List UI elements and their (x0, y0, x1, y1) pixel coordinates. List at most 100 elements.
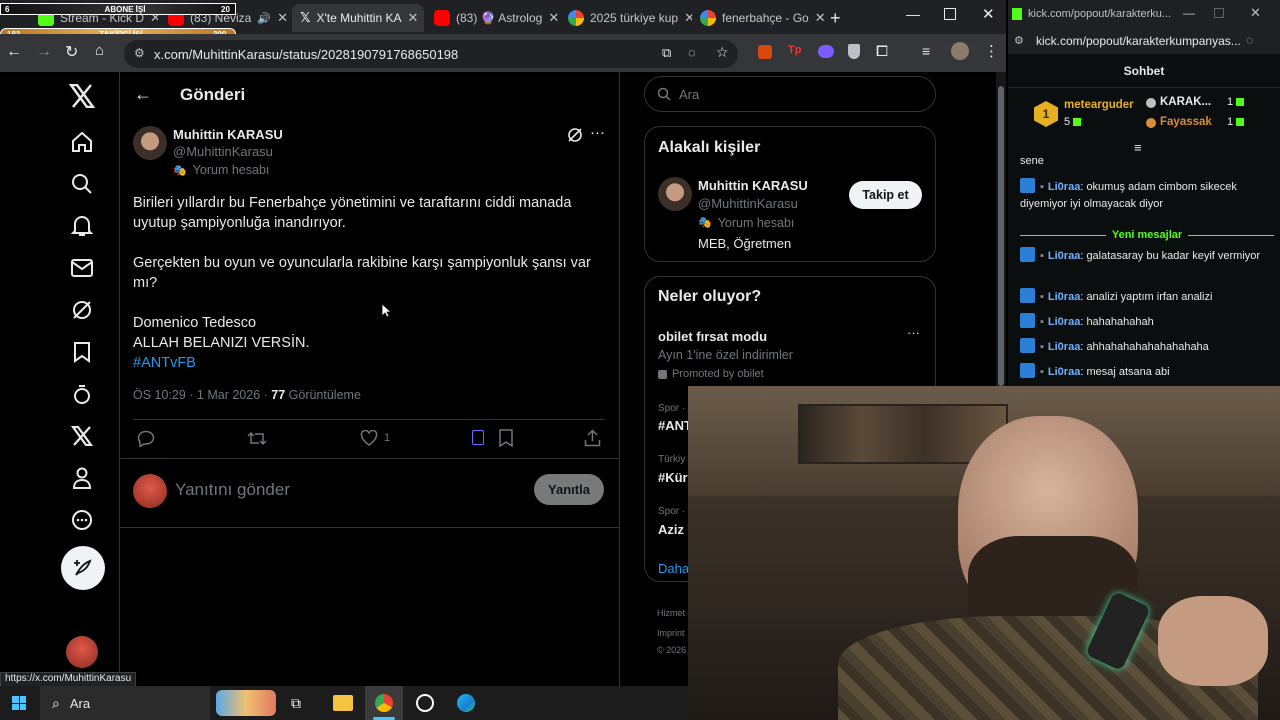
premium-x-icon[interactable] (66, 420, 98, 452)
taskbar-search[interactable]: ⌕ Ara (40, 686, 210, 720)
hashtag-link[interactable]: #ANTvFB (133, 353, 196, 373)
like-button[interactable]: 1 (360, 430, 390, 446)
leader-name[interactable]: Fayassak (1160, 116, 1212, 128)
message-username[interactable]: Li0raa (1048, 366, 1080, 378)
heart-icon (360, 430, 378, 446)
back-icon[interactable]: ← (6, 43, 22, 61)
reply-icon[interactable] (137, 430, 155, 447)
scrollbar-thumb[interactable] (998, 86, 1004, 386)
grok-icon[interactable] (66, 294, 98, 326)
home-icon[interactable] (66, 126, 98, 158)
edge-icon[interactable] (457, 694, 475, 712)
footer-link[interactable]: Imprint (657, 628, 685, 638)
related-name[interactable]: Muhittin KARASU (698, 178, 808, 193)
extension-purple-icon[interactable] (818, 45, 834, 58)
leader-name[interactable]: KARAK... (1160, 96, 1211, 108)
tab-x-muhittin[interactable]: 𝕏 X'te Muhittin KA ✕ (292, 4, 424, 32)
footer-link[interactable]: Hizmet (657, 608, 685, 618)
profile-icon[interactable] (66, 462, 98, 494)
message-username[interactable]: Li0raa (1048, 291, 1080, 303)
trend-tag[interactable]: #Kür (658, 470, 688, 485)
reply-button[interactable]: Yanıtla (534, 474, 604, 505)
site-info-icon[interactable]: ⚙ (1014, 34, 1024, 47)
message-username[interactable]: Li0raa (1048, 181, 1080, 193)
forward-icon[interactable]: → (36, 43, 52, 61)
bookmark-folder-icon[interactable] (472, 430, 484, 445)
profile-avatar[interactable] (951, 42, 969, 60)
tab-youtube-astrolog[interactable]: (83) 🔮 Astrolog ✕ (426, 4, 558, 32)
related-handle[interactable]: @MuhittinKarasu (698, 196, 798, 211)
notifications-bell-icon[interactable] (66, 210, 98, 242)
close-window-button[interactable]: ✕ (982, 5, 995, 23)
eye-off-icon[interactable]: ◌ (688, 45, 696, 60)
message-username[interactable]: Li0raa (1048, 341, 1080, 353)
menu-icon[interactable]: ⋮ (984, 42, 999, 60)
more-options-icon[interactable]: ··· (907, 325, 920, 340)
post-button[interactable] (61, 546, 105, 590)
leader-name[interactable]: metearguder (1064, 99, 1134, 111)
show-more-link[interactable]: Daha (658, 561, 689, 576)
messages-envelope-icon[interactable] (66, 252, 98, 284)
windows-start-icon[interactable] (12, 696, 26, 710)
more-circle-icon[interactable] (66, 504, 98, 536)
maximize-button[interactable] (944, 8, 956, 20)
tweet-time[interactable]: ÖS 10:29 · 1 Mar 2026 · (133, 388, 271, 402)
close-window-button[interactable]: ✕ (1250, 5, 1261, 21)
new-tab-button[interactable]: + (830, 8, 841, 29)
message-username[interactable]: Li0raa (1048, 250, 1080, 262)
extension-fox-icon[interactable] (758, 45, 772, 59)
extensions-icon[interactable]: ⧠ (876, 43, 888, 60)
tab-google-kupa[interactable]: 2025 türkiye kup ✕ (560, 4, 692, 32)
grok-explain-icon[interactable] (567, 127, 583, 143)
kick-url[interactable]: kick.com/popout/karakterkumpanyas... (1036, 34, 1241, 48)
star-icon[interactable]: ☆ (716, 44, 729, 61)
extension-tp-icon[interactable]: Tp (788, 44, 801, 56)
related-avatar[interactable] (658, 177, 692, 211)
close-icon[interactable]: ✕ (407, 10, 418, 26)
chat-title: Sohbet (1008, 54, 1280, 88)
message-username[interactable]: Li0raa (1048, 316, 1080, 328)
leader-count: 1 (1227, 116, 1245, 128)
search-highlight-image[interactable] (216, 690, 276, 716)
author-handle[interactable]: @MuhittinKarasu (173, 144, 273, 159)
file-explorer-icon[interactable] (333, 695, 353, 711)
url-field[interactable]: ⚙ x.com/MuhittinKarasu/status/2028190791… (124, 40, 738, 68)
bookmark-icon[interactable] (498, 429, 514, 447)
eye-off-icon[interactable]: ◌ (1246, 33, 1253, 47)
tab-label: X'te Muhittin KA (316, 11, 402, 25)
bookmarks-icon[interactable] (66, 336, 98, 368)
home-icon[interactable]: ⌂ (95, 42, 104, 59)
x-logo-icon[interactable] (66, 80, 98, 112)
close-icon[interactable]: ✕ (277, 10, 288, 26)
minimize-button[interactable]: — (906, 6, 920, 22)
search-input[interactable]: Ara (644, 76, 936, 112)
search-icon[interactable] (66, 168, 98, 200)
account-avatar[interactable] (66, 636, 98, 668)
share-icon[interactable] (584, 429, 601, 447)
task-view-icon[interactable]: ⧉ (291, 695, 301, 712)
tab-google-fenerbahce[interactable]: fenerbahçe - Go ✕ (692, 4, 824, 32)
install-icon[interactable]: ⧉ (662, 45, 671, 61)
reload-icon[interactable]: ↻ (65, 42, 78, 62)
jobs-icon[interactable] (66, 378, 98, 410)
minimize-button[interactable]: — (1183, 6, 1195, 20)
media-icon[interactable]: ≡ (922, 43, 930, 59)
reply-input[interactable]: Yanıtını gönder (175, 480, 290, 500)
obs-icon[interactable] (416, 694, 434, 712)
follow-button[interactable]: Takip et (849, 181, 922, 209)
chat-message: ▪ Li0raa: galatasaray bu kadar keyif verm… (1020, 247, 1274, 265)
author-avatar[interactable] (133, 126, 167, 160)
trend-tag[interactable]: #ANT (658, 418, 692, 433)
more-options-icon[interactable]: ··· (590, 124, 605, 141)
retweet-icon[interactable] (247, 430, 267, 447)
back-arrow-icon[interactable]: ← (134, 84, 152, 105)
close-icon[interactable]: ✕ (815, 10, 824, 26)
close-icon[interactable]: ✕ (548, 10, 558, 26)
site-info-icon[interactable]: ⚙ (134, 46, 145, 60)
promo-title[interactable]: obilet fırsat modu (658, 329, 767, 344)
chrome-taskbar-item[interactable] (365, 686, 403, 720)
author-name[interactable]: Muhittin KARASU (173, 127, 283, 142)
close-icon[interactable]: ✕ (684, 10, 692, 26)
shield-icon[interactable] (848, 44, 860, 59)
maximize-button[interactable] (1214, 8, 1224, 18)
